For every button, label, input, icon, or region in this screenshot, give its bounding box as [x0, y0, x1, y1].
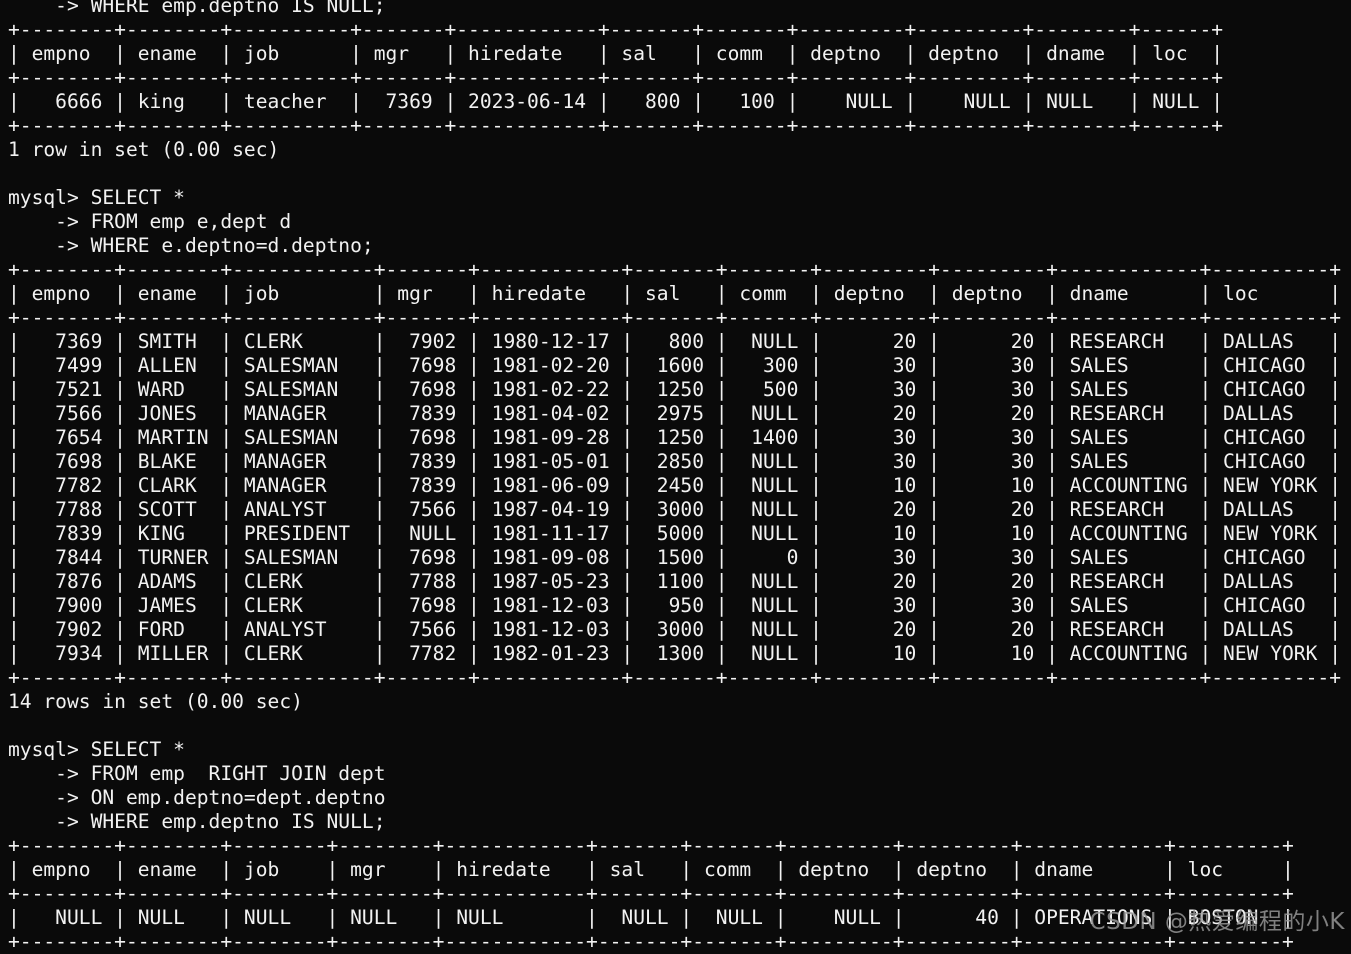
table-rule: +--------+--------+--------+--------+---…: [8, 834, 1294, 857]
table-rule: +--------+--------+--------+--------+---…: [8, 882, 1294, 905]
result-status: 1 row in set (0.00 sec): [8, 138, 280, 161]
result-status: 14 rows in set (0.00 sec): [8, 690, 303, 713]
table-row: | 7902 | FORD | ANALYST | 7566 | 1981-12…: [8, 618, 1341, 641]
table-rule: +--------+--------+----------+-------+--…: [8, 114, 1224, 137]
table-rule: +--------+--------+--------+--------+---…: [8, 930, 1294, 953]
table-rule: +--------+--------+------------+-------+…: [8, 258, 1341, 281]
table-row: | 6666 | king | teacher | 7369 | 2023-06…: [8, 90, 1224, 113]
table-rule: +--------+--------+----------+-------+--…: [8, 18, 1224, 41]
table-row: | NULL | NULL | NULL | NULL | NULL | NUL…: [8, 906, 1294, 929]
table-header-row: | empno | ename | job | mgr | hiredate |…: [8, 282, 1341, 305]
sql-line: -> WHERE emp.deptno IS NULL;: [8, 0, 386, 17]
table-row: | 7876 | ADAMS | CLERK | 7788 | 1987-05-…: [8, 570, 1341, 593]
sql-line: -> ON emp.deptno=dept.deptno: [8, 786, 386, 809]
sql-line: -> FROM emp e,dept d: [8, 210, 292, 233]
table-row: | 7844 | TURNER | SALESMAN | 7698 | 1981…: [8, 546, 1341, 569]
table-row: | 7782 | CLARK | MANAGER | 7839 | 1981-0…: [8, 474, 1341, 497]
table-row: | 7788 | SCOTT | ANALYST | 7566 | 1987-0…: [8, 498, 1341, 521]
table-row: | 7566 | JONES | MANAGER | 7839 | 1981-0…: [8, 402, 1341, 425]
sql-line: -> WHERE e.deptno=d.deptno;: [8, 234, 374, 257]
terminal-output: -> WHERE emp.deptno IS NULL; +--------+--…: [0, 0, 1351, 954]
table-row: | 7900 | JAMES | CLERK | 7698 | 1981-12-…: [8, 594, 1341, 617]
table-row: | 7934 | MILLER | CLERK | 7782 | 1982-01…: [8, 642, 1341, 665]
table-row: | 7369 | SMITH | CLERK | 7902 | 1980-12-…: [8, 330, 1341, 353]
table-rule: +--------+--------+----------+-------+--…: [8, 66, 1224, 89]
table-row: | 7839 | KING | PRESIDENT | NULL | 1981-…: [8, 522, 1341, 545]
table-row: | 7521 | WARD | SALESMAN | 7698 | 1981-0…: [8, 378, 1341, 401]
table-rule: +--------+--------+------------+-------+…: [8, 666, 1341, 689]
table-row: | 7698 | BLAKE | MANAGER | 7839 | 1981-0…: [8, 450, 1341, 473]
sql-line: -> FROM emp RIGHT JOIN dept: [8, 762, 386, 785]
table-header-row: | empno | ename | job | mgr | hiredate |…: [8, 858, 1294, 881]
table-row: | 7499 | ALLEN | SALESMAN | 7698 | 1981-…: [8, 354, 1341, 377]
table-rule: +--------+--------+------------+-------+…: [8, 306, 1341, 329]
sql-line: mysql> SELECT *: [8, 186, 185, 209]
sql-line: mysql> SELECT *: [8, 738, 185, 761]
table-header-row: | empno | ename | job | mgr | hiredate |…: [8, 42, 1224, 65]
table-row: | 7654 | MARTIN | SALESMAN | 7698 | 1981…: [8, 426, 1341, 449]
sql-line: -> WHERE emp.deptno IS NULL;: [8, 810, 386, 833]
